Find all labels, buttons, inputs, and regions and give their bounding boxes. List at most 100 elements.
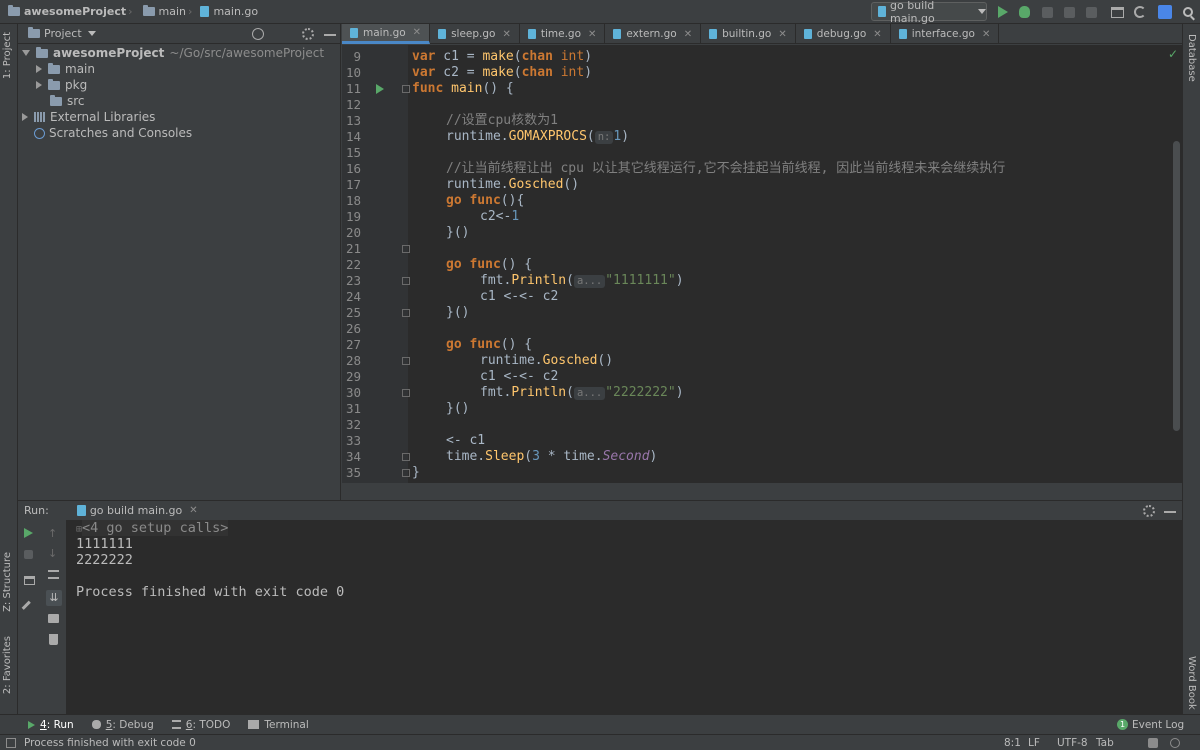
- tool-tab-debug[interactable]: 5: Debug: [92, 719, 154, 731]
- profile-button[interactable]: [1062, 5, 1076, 19]
- code-line: c2<-1: [480, 209, 519, 225]
- close-icon[interactable]: ✕: [873, 29, 881, 40]
- hide-icon[interactable]: [1164, 511, 1176, 513]
- tree-item-src[interactable]: src: [50, 93, 85, 109]
- tree-item-label: main: [65, 62, 95, 76]
- line-number: 32: [342, 417, 361, 433]
- folder-icon: [50, 97, 62, 106]
- collapse-arrow-icon[interactable]: [22, 113, 28, 121]
- translate-button[interactable]: [1158, 5, 1172, 19]
- tool-tab-event-log[interactable]: 1Event Log: [1117, 719, 1184, 731]
- breadcrumb-folder[interactable]: main: [159, 5, 186, 18]
- print-button[interactable]: [48, 614, 60, 626]
- scratches-icon: [34, 128, 45, 139]
- tree-item-external-libraries[interactable]: External Libraries: [22, 109, 155, 125]
- tree-item-path: ~/Go/src/awesomeProject: [169, 46, 324, 60]
- close-icon[interactable]: ✕: [189, 505, 197, 516]
- scroll-up-button[interactable]: ↑: [48, 528, 60, 540]
- file-encoding[interactable]: UTF-8: [1057, 737, 1088, 749]
- project-panel: Project awesomeProject ~/Go/src/awesomeP…: [18, 24, 341, 500]
- coverage-button[interactable]: [1040, 5, 1054, 19]
- structure-tool-tab[interactable]: Z: Structure: [2, 552, 13, 612]
- stop-button[interactable]: [24, 550, 36, 562]
- tab-debug-go[interactable]: debug.go✕: [796, 24, 891, 44]
- indent-setting[interactable]: Tab: [1096, 737, 1114, 749]
- settings-button[interactable]: [1133, 5, 1147, 19]
- layout-button[interactable]: [24, 576, 36, 588]
- tab-main-go[interactable]: main.go ✕: [342, 24, 430, 44]
- stop-button[interactable]: [1084, 5, 1098, 19]
- clear-all-button[interactable]: [49, 634, 61, 646]
- line-number: 15: [342, 145, 361, 161]
- close-icon[interactable]: ✕: [684, 29, 692, 40]
- search-everywhere-button[interactable]: [1181, 5, 1195, 19]
- code-line: runtime.GOMAXPROCS(n:1): [446, 129, 629, 145]
- folder-icon: [48, 81, 60, 90]
- tool-tab-run[interactable]: 4: Run: [28, 719, 74, 731]
- tool-tab-todo[interactable]: 6: TODO: [172, 719, 231, 731]
- close-icon[interactable]: ✕: [982, 29, 990, 40]
- locate-icon[interactable]: [252, 28, 264, 40]
- tab-builtin-go[interactable]: builtin.go✕: [701, 24, 796, 44]
- close-icon[interactable]: ✕: [588, 29, 596, 40]
- pin-button[interactable]: [24, 602, 36, 614]
- gear-icon[interactable]: [1143, 505, 1155, 517]
- editor-scrollbar[interactable]: [1173, 141, 1180, 431]
- hide-icon[interactable]: [324, 34, 336, 36]
- tab-time-go[interactable]: time.go✕: [520, 24, 606, 44]
- collapsed-setup-calls[interactable]: <4 go setup calls>: [82, 520, 228, 536]
- console-line[interactable]: ⊞<4 go setup calls>: [76, 520, 228, 536]
- line-number: 17: [342, 177, 361, 193]
- run-button[interactable]: [996, 5, 1010, 19]
- close-icon[interactable]: ✕: [778, 29, 786, 40]
- tree-item-root[interactable]: awesomeProject ~/Go/src/awesomeProject: [22, 45, 324, 61]
- tree-item-main[interactable]: main: [36, 61, 95, 77]
- line-number: 20: [342, 225, 361, 241]
- tool-tab-terminal[interactable]: Terminal: [248, 719, 308, 731]
- close-icon[interactable]: ✕: [413, 27, 421, 38]
- project-view-selector[interactable]: Project: [44, 27, 82, 40]
- project-tool-tab[interactable]: 1: Project: [2, 32, 13, 79]
- debug-button[interactable]: [1017, 5, 1031, 19]
- tree-item-pkg[interactable]: pkg: [36, 77, 87, 93]
- collapse-arrow-icon[interactable]: [36, 81, 42, 89]
- chevron-down-icon[interactable]: [88, 31, 96, 36]
- tab-label: main.go: [363, 27, 406, 39]
- scroll-to-end-button[interactable]: ⇊: [46, 590, 62, 606]
- breadcrumb-project[interactable]: awesomeProject: [24, 5, 126, 18]
- run-console[interactable]: ⊞<4 go setup calls> 1111111 2222222 Proc…: [66, 520, 1182, 714]
- scroll-down-button[interactable]: ↓: [48, 548, 60, 560]
- line-number: 16: [342, 161, 361, 177]
- coverage-icon: [1042, 7, 1053, 18]
- project-structure-button[interactable]: [1110, 5, 1124, 19]
- toggle-tool-windows-icon[interactable]: [6, 738, 16, 748]
- breadcrumb-file[interactable]: main.go: [213, 5, 258, 18]
- parameter-hint: a...: [574, 275, 605, 288]
- caret-position[interactable]: 8:1: [1004, 737, 1021, 749]
- line-separator[interactable]: LF: [1028, 737, 1040, 749]
- left-tool-strip: 1: Project Z: Structure 2: Favorites: [0, 24, 18, 714]
- lock-icon[interactable]: [1148, 738, 1158, 748]
- code-area[interactable]: var c1 = make(chan int) var c2 = make(ch…: [408, 45, 1170, 483]
- tree-item-scratches[interactable]: Scratches and Consoles: [22, 125, 192, 141]
- tree-item-label: src: [67, 94, 85, 108]
- soft-wrap-button[interactable]: [48, 570, 60, 582]
- database-tool-tab[interactable]: Database: [1186, 34, 1197, 82]
- favorites-tool-tab[interactable]: 2: Favorites: [2, 636, 13, 694]
- run-tab[interactable]: go build main.go ✕: [69, 501, 206, 521]
- close-icon[interactable]: ✕: [502, 29, 510, 40]
- tab-interface-go[interactable]: interface.go✕: [891, 24, 1000, 44]
- code-line: go func() {: [446, 337, 532, 353]
- expand-arrow-icon[interactable]: [22, 50, 30, 56]
- inspector-icon[interactable]: [1170, 738, 1180, 748]
- tab-extern-go[interactable]: extern.go✕: [605, 24, 701, 44]
- wordbook-tool-tab[interactable]: Word Book: [1186, 656, 1197, 710]
- code-editor[interactable]: 9 10 11 12 13 14 15 16 17 18 19 20 21 22…: [342, 45, 1182, 483]
- rerun-button[interactable]: [24, 528, 36, 540]
- run-configuration-dropdown[interactable]: go build main.go: [871, 2, 987, 21]
- gear-icon[interactable]: [302, 28, 314, 40]
- run-gutter-icon[interactable]: [376, 84, 384, 94]
- line-number: 22: [342, 257, 361, 273]
- collapse-arrow-icon[interactable]: [36, 65, 42, 73]
- tab-sleep-go[interactable]: sleep.go✕: [430, 24, 520, 44]
